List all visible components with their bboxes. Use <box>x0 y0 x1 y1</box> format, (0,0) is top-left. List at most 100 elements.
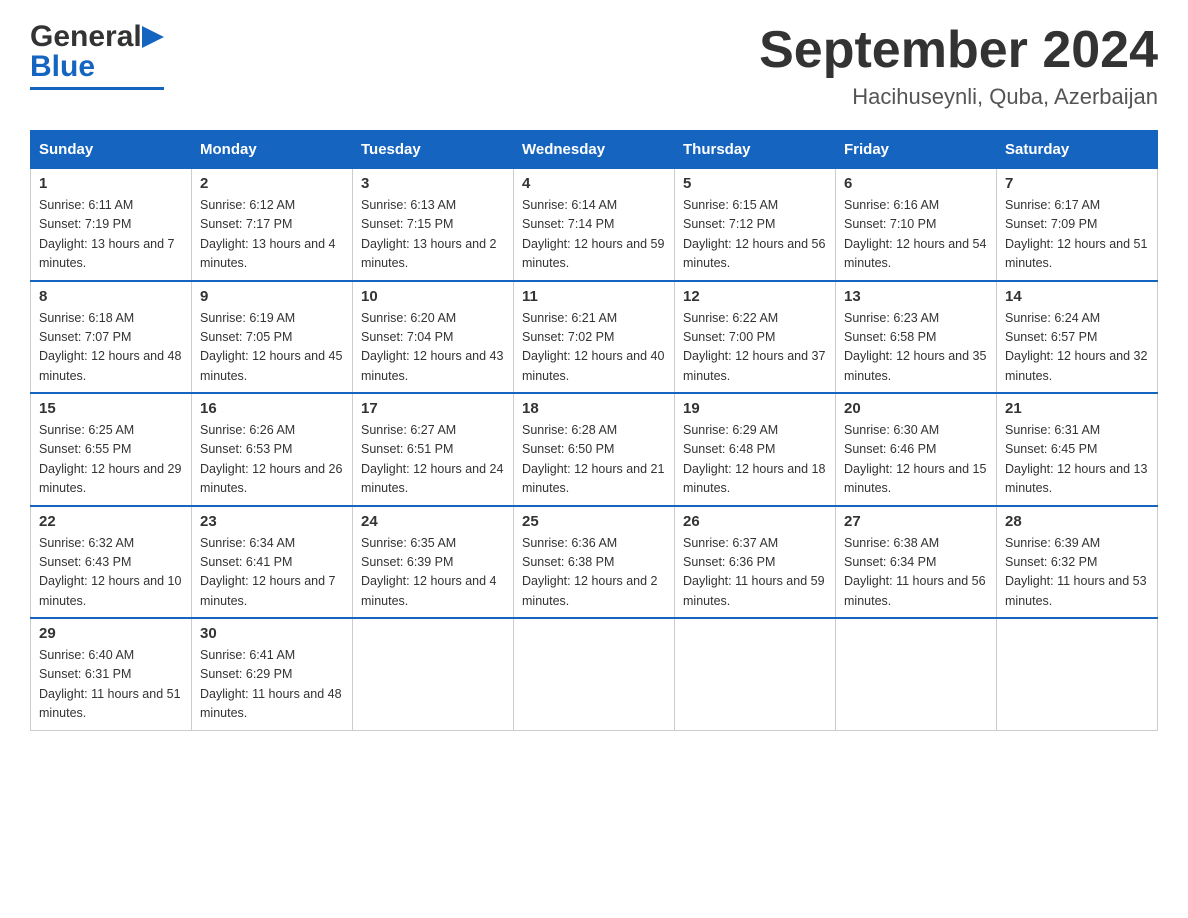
day-info: Sunrise: 6:24 AM Sunset: 6:57 PM Dayligh… <box>1005 309 1149 387</box>
daylight-label: Daylight: 12 hours and 40 minutes. <box>522 349 664 382</box>
sunset-label: Sunset: 7:07 PM <box>39 330 131 344</box>
calendar-cell: 13 Sunrise: 6:23 AM Sunset: 6:58 PM Dayl… <box>836 281 997 394</box>
daylight-label: Daylight: 12 hours and 4 minutes. <box>361 574 497 607</box>
day-info: Sunrise: 6:14 AM Sunset: 7:14 PM Dayligh… <box>522 196 666 274</box>
sunset-label: Sunset: 6:51 PM <box>361 442 453 456</box>
sunset-label: Sunset: 7:05 PM <box>200 330 292 344</box>
calendar-cell: 10 Sunrise: 6:20 AM Sunset: 7:04 PM Dayl… <box>353 281 514 394</box>
col-header-monday: Monday <box>192 131 353 169</box>
sunrise-label: Sunrise: 6:19 AM <box>200 311 295 325</box>
day-number: 1 <box>39 175 183 192</box>
daylight-label: Daylight: 12 hours and 10 minutes. <box>39 574 181 607</box>
daylight-label: Daylight: 12 hours and 43 minutes. <box>361 349 503 382</box>
day-number: 6 <box>844 175 988 192</box>
calendar-week-row: 29 Sunrise: 6:40 AM Sunset: 6:31 PM Dayl… <box>31 618 1158 730</box>
sunset-label: Sunset: 6:41 PM <box>200 555 292 569</box>
day-number: 21 <box>1005 400 1149 417</box>
day-info: Sunrise: 6:22 AM Sunset: 7:00 PM Dayligh… <box>683 309 827 387</box>
day-info: Sunrise: 6:27 AM Sunset: 6:51 PM Dayligh… <box>361 421 505 499</box>
day-info: Sunrise: 6:30 AM Sunset: 6:46 PM Dayligh… <box>844 421 988 499</box>
daylight-label: Daylight: 13 hours and 4 minutes. <box>200 237 336 270</box>
day-number: 2 <box>200 175 344 192</box>
calendar-cell: 22 Sunrise: 6:32 AM Sunset: 6:43 PM Dayl… <box>31 506 192 619</box>
day-number: 9 <box>200 288 344 305</box>
sunrise-label: Sunrise: 6:20 AM <box>361 311 456 325</box>
daylight-label: Daylight: 12 hours and 26 minutes. <box>200 462 342 495</box>
day-info: Sunrise: 6:20 AM Sunset: 7:04 PM Dayligh… <box>361 309 505 387</box>
daylight-label: Daylight: 12 hours and 18 minutes. <box>683 462 825 495</box>
day-info: Sunrise: 6:41 AM Sunset: 6:29 PM Dayligh… <box>200 646 344 724</box>
day-info: Sunrise: 6:39 AM Sunset: 6:32 PM Dayligh… <box>1005 534 1149 612</box>
day-number: 20 <box>844 400 988 417</box>
location-text: Hacihuseynli, Quba, Azerbaijan <box>759 84 1158 110</box>
day-number: 29 <box>39 625 183 642</box>
day-info: Sunrise: 6:15 AM Sunset: 7:12 PM Dayligh… <box>683 196 827 274</box>
daylight-label: Daylight: 12 hours and 56 minutes. <box>683 237 825 270</box>
daylight-label: Daylight: 12 hours and 15 minutes. <box>844 462 986 495</box>
daylight-label: Daylight: 11 hours and 53 minutes. <box>1005 574 1147 607</box>
logo-bar <box>30 87 164 90</box>
sunset-label: Sunset: 7:09 PM <box>1005 217 1097 231</box>
sunrise-label: Sunrise: 6:36 AM <box>522 536 617 550</box>
page-header: General Blue September 2024 Hacihuseynli… <box>30 20 1158 110</box>
sunrise-label: Sunrise: 6:18 AM <box>39 311 134 325</box>
calendar-cell <box>675 618 836 730</box>
calendar-cell: 26 Sunrise: 6:37 AM Sunset: 6:36 PM Dayl… <box>675 506 836 619</box>
daylight-label: Daylight: 12 hours and 59 minutes. <box>522 237 664 270</box>
day-info: Sunrise: 6:37 AM Sunset: 6:36 PM Dayligh… <box>683 534 827 612</box>
sunset-label: Sunset: 7:10 PM <box>844 217 936 231</box>
sunrise-label: Sunrise: 6:26 AM <box>200 423 295 437</box>
sunrise-label: Sunrise: 6:21 AM <box>522 311 617 325</box>
day-info: Sunrise: 6:16 AM Sunset: 7:10 PM Dayligh… <box>844 196 988 274</box>
sunset-label: Sunset: 7:15 PM <box>361 217 453 231</box>
sunrise-label: Sunrise: 6:29 AM <box>683 423 778 437</box>
calendar-cell: 21 Sunrise: 6:31 AM Sunset: 6:45 PM Dayl… <box>997 393 1158 506</box>
logo-arrow-icon <box>142 26 164 48</box>
calendar-cell: 16 Sunrise: 6:26 AM Sunset: 6:53 PM Dayl… <box>192 393 353 506</box>
daylight-label: Daylight: 12 hours and 7 minutes. <box>200 574 336 607</box>
daylight-label: Daylight: 13 hours and 7 minutes. <box>39 237 175 270</box>
calendar-cell: 17 Sunrise: 6:27 AM Sunset: 6:51 PM Dayl… <box>353 393 514 506</box>
sunrise-label: Sunrise: 6:34 AM <box>200 536 295 550</box>
day-number: 19 <box>683 400 827 417</box>
sunset-label: Sunset: 7:14 PM <box>522 217 614 231</box>
day-info: Sunrise: 6:32 AM Sunset: 6:43 PM Dayligh… <box>39 534 183 612</box>
sunrise-label: Sunrise: 6:39 AM <box>1005 536 1100 550</box>
calendar-cell: 20 Sunrise: 6:30 AM Sunset: 6:46 PM Dayl… <box>836 393 997 506</box>
calendar-header-row: SundayMondayTuesdayWednesdayThursdayFrid… <box>31 131 1158 169</box>
calendar-cell: 14 Sunrise: 6:24 AM Sunset: 6:57 PM Dayl… <box>997 281 1158 394</box>
calendar-cell: 29 Sunrise: 6:40 AM Sunset: 6:31 PM Dayl… <box>31 618 192 730</box>
daylight-label: Daylight: 11 hours and 51 minutes. <box>39 687 181 720</box>
calendar-cell: 8 Sunrise: 6:18 AM Sunset: 7:07 PM Dayli… <box>31 281 192 394</box>
day-info: Sunrise: 6:17 AM Sunset: 7:09 PM Dayligh… <box>1005 196 1149 274</box>
sunset-label: Sunset: 7:17 PM <box>200 217 292 231</box>
sunrise-label: Sunrise: 6:14 AM <box>522 198 617 212</box>
sunrise-label: Sunrise: 6:41 AM <box>200 648 295 662</box>
sunset-label: Sunset: 6:29 PM <box>200 667 292 681</box>
day-number: 22 <box>39 513 183 530</box>
day-number: 24 <box>361 513 505 530</box>
calendar-table: SundayMondayTuesdayWednesdayThursdayFrid… <box>30 130 1158 731</box>
calendar-cell: 9 Sunrise: 6:19 AM Sunset: 7:05 PM Dayli… <box>192 281 353 394</box>
calendar-cell: 4 Sunrise: 6:14 AM Sunset: 7:14 PM Dayli… <box>514 169 675 281</box>
calendar-week-row: 1 Sunrise: 6:11 AM Sunset: 7:19 PM Dayli… <box>31 169 1158 281</box>
sunset-label: Sunset: 6:38 PM <box>522 555 614 569</box>
sunrise-label: Sunrise: 6:24 AM <box>1005 311 1100 325</box>
daylight-label: Daylight: 12 hours and 24 minutes. <box>361 462 503 495</box>
day-number: 8 <box>39 288 183 305</box>
day-number: 15 <box>39 400 183 417</box>
day-number: 30 <box>200 625 344 642</box>
sunset-label: Sunset: 7:12 PM <box>683 217 775 231</box>
sunrise-label: Sunrise: 6:40 AM <box>39 648 134 662</box>
col-header-thursday: Thursday <box>675 131 836 169</box>
day-info: Sunrise: 6:40 AM Sunset: 6:31 PM Dayligh… <box>39 646 183 724</box>
logo: General Blue <box>30 20 164 90</box>
day-number: 26 <box>683 513 827 530</box>
calendar-week-row: 8 Sunrise: 6:18 AM Sunset: 7:07 PM Dayli… <box>31 281 1158 394</box>
day-number: 16 <box>200 400 344 417</box>
daylight-label: Daylight: 13 hours and 2 minutes. <box>361 237 497 270</box>
calendar-week-row: 22 Sunrise: 6:32 AM Sunset: 6:43 PM Dayl… <box>31 506 1158 619</box>
sunset-label: Sunset: 6:50 PM <box>522 442 614 456</box>
day-number: 23 <box>200 513 344 530</box>
day-number: 13 <box>844 288 988 305</box>
